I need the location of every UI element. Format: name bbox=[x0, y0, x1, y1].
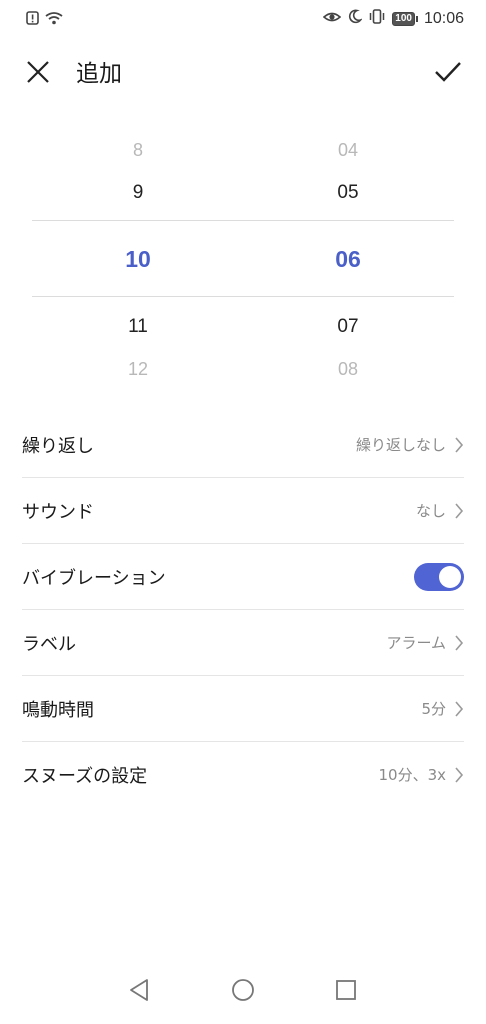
hour-option[interactable]: 11 bbox=[78, 316, 198, 338]
minute-option[interactable]: 04 bbox=[288, 140, 408, 161]
status-left bbox=[26, 10, 63, 29]
snooze-row[interactable]: スヌーズの設定 10分、3x bbox=[22, 742, 464, 807]
vibration-toggle[interactable] bbox=[414, 562, 464, 591]
sound-value: なし bbox=[415, 502, 446, 520]
snooze-label: スヌーズの設定 bbox=[22, 765, 148, 787]
page-title: 追加 bbox=[76, 61, 122, 87]
system-nav-bar bbox=[0, 960, 486, 1024]
close-button[interactable] bbox=[22, 58, 54, 90]
snooze-value: 10分、3x bbox=[378, 766, 446, 784]
chevron-right-icon bbox=[454, 700, 464, 717]
hour-option[interactable]: 9 bbox=[78, 182, 198, 204]
repeat-value: 繰り返しなし bbox=[355, 436, 446, 454]
ring-duration-value: 5分 bbox=[421, 700, 446, 718]
minute-option[interactable]: 07 bbox=[288, 316, 408, 338]
home-icon bbox=[231, 978, 255, 1006]
chevron-right-icon bbox=[454, 634, 464, 651]
minute-option[interactable]: 05 bbox=[288, 182, 408, 204]
vibration-row: バイブレーション bbox=[22, 544, 464, 610]
repeat-row[interactable]: 繰り返し 繰り返しなし bbox=[22, 412, 464, 478]
label-value: アラーム bbox=[386, 634, 446, 652]
close-icon bbox=[26, 60, 50, 88]
hour-selected[interactable]: 10 bbox=[78, 246, 198, 273]
battery-icon: 100 bbox=[392, 11, 418, 26]
eye-comfort-icon bbox=[323, 9, 342, 28]
sound-row[interactable]: サウンド なし bbox=[22, 478, 464, 544]
alarm-settings-list: 繰り返し 繰り返しなし サウンド なし バイブレーション ラベル アラーム 鳴動… bbox=[0, 412, 486, 807]
back-button[interactable] bbox=[125, 978, 153, 1006]
wifi-icon bbox=[45, 10, 63, 29]
check-icon bbox=[434, 61, 462, 87]
ring-duration-label: 鳴動時間 bbox=[22, 699, 94, 721]
ring-duration-row[interactable]: 鳴動時間 5分 bbox=[22, 676, 464, 742]
status-time: 10:06 bbox=[423, 9, 464, 27]
recents-icon bbox=[335, 979, 357, 1005]
hour-option[interactable]: 8 bbox=[78, 140, 198, 161]
vibration-label: バイブレーション bbox=[22, 567, 166, 589]
header: 追加 bbox=[0, 48, 486, 100]
hour-wheel[interactable]: 8 9 10 11 12 bbox=[78, 130, 198, 390]
vibrate-icon bbox=[368, 9, 386, 28]
minute-option[interactable]: 08 bbox=[288, 359, 408, 380]
home-button[interactable] bbox=[229, 978, 257, 1006]
battery-level: 100 bbox=[392, 11, 415, 26]
label-row[interactable]: ラベル アラーム bbox=[22, 610, 464, 676]
label-label: ラベル bbox=[22, 633, 76, 655]
status-right: 100 10:06 bbox=[323, 9, 464, 28]
minute-wheel[interactable]: 04 05 06 07 08 bbox=[288, 130, 408, 390]
toggle-knob bbox=[439, 565, 461, 588]
chevron-right-icon bbox=[454, 766, 464, 783]
recents-button[interactable] bbox=[332, 978, 360, 1006]
back-icon bbox=[128, 978, 150, 1006]
chevron-right-icon bbox=[454, 436, 464, 453]
chevron-right-icon bbox=[454, 502, 464, 519]
repeat-label: 繰り返し bbox=[22, 435, 94, 457]
hour-option[interactable]: 12 bbox=[78, 359, 198, 380]
minute-selected[interactable]: 06 bbox=[288, 246, 408, 273]
sound-label: サウンド bbox=[22, 501, 94, 523]
time-picker[interactable]: 8 9 10 11 12 04 05 06 07 08 bbox=[0, 130, 486, 390]
confirm-button[interactable] bbox=[432, 58, 464, 90]
status-bar: 100 10:06 bbox=[0, 0, 486, 40]
moon-icon bbox=[347, 9, 364, 28]
alert-icon bbox=[26, 10, 39, 29]
